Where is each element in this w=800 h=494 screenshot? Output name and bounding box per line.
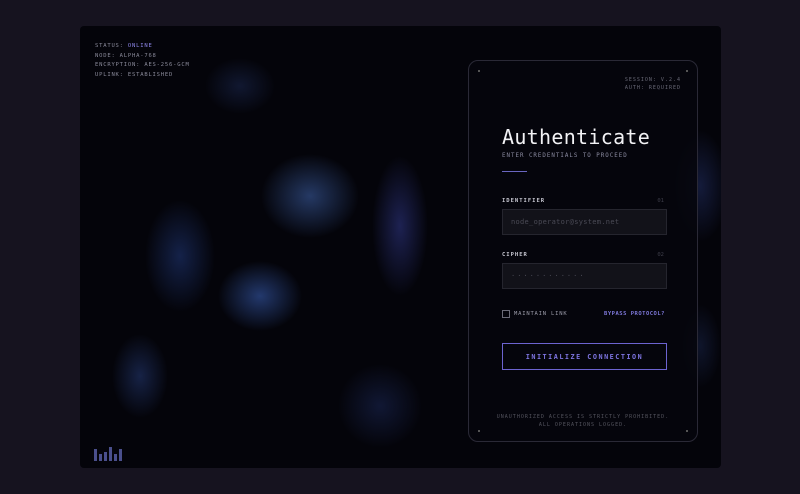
login-frame: STATUS: ONLINE NODE: ALPHA-768 ENCRYPTIO…: [80, 26, 721, 468]
auth-status: AUTH: REQUIRED: [624, 84, 681, 91]
corner-dot: [686, 430, 688, 432]
cipher-number: 02: [657, 252, 664, 258]
page-title: Authenticate: [502, 125, 651, 149]
identifier-input[interactable]: node_operator@system.net: [502, 209, 667, 235]
initialize-connection-button[interactable]: INITIALIZE CONNECTION: [502, 343, 667, 370]
notice-line-2: ALL OPERATIONS LOGGED.: [538, 422, 628, 428]
status-value: ONLINE: [127, 43, 153, 49]
session-version: SESSION: V.2.4: [624, 77, 681, 83]
notice-line-1: UNAUTHORIZED ACCESS IS STRICTLY PROHIBIT…: [496, 414, 670, 420]
status-label: STATUS:: [95, 43, 128, 49]
identifier-number: 01: [657, 198, 664, 204]
uplink-info: UPLINK: ESTABLISHED: [95, 71, 174, 78]
maintain-link-checkbox[interactable]: [502, 310, 510, 318]
encryption-info: ENCRYPTION: AES-256-GCM: [95, 62, 190, 68]
identifier-label: IDENTIFIER: [502, 198, 546, 204]
signal-bars-icon: [94, 444, 122, 461]
maintain-link-label[interactable]: MAINTAIN LINK: [514, 311, 567, 317]
bypass-protocol-link[interactable]: BYPASS PROTOCOL?: [604, 311, 665, 317]
corner-dot: [686, 70, 688, 72]
corner-dot: [478, 430, 480, 432]
security-notice: UNAUTHORIZED ACCESS IS STRICTLY PROHIBIT…: [469, 413, 697, 429]
node-info: NODE: ALPHA-768: [95, 52, 157, 59]
system-status: STATUS: ONLINE NODE: ALPHA-768 ENCRYPTIO…: [95, 42, 190, 80]
cipher-label: CIPHER: [502, 252, 528, 258]
session-info: SESSION: V.2.4 AUTH: REQUIRED: [625, 77, 681, 92]
title-divider: [502, 171, 527, 172]
auth-card: SESSION: V.2.4 AUTH: REQUIRED Authentica…: [468, 60, 698, 442]
cipher-input[interactable]: ············: [502, 263, 667, 289]
corner-dot: [478, 70, 480, 72]
page-subtitle: ENTER CREDENTIALS TO PROCEED: [502, 153, 628, 159]
